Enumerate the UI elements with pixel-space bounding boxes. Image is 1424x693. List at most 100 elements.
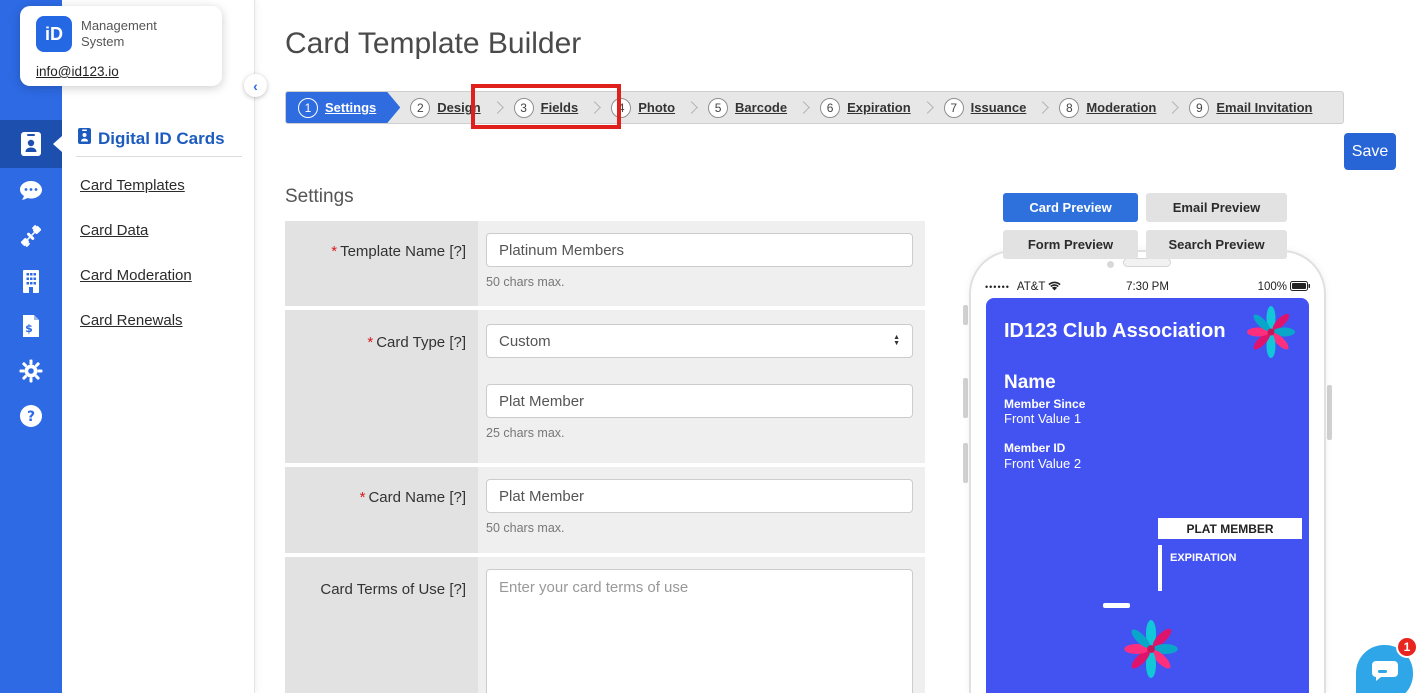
brand-card: iD Management System info@id123.io	[20, 6, 222, 86]
tab-email-preview[interactable]: Email Preview	[1146, 193, 1287, 222]
sidebar-heading-label: Digital ID Cards	[98, 129, 225, 149]
rail-item-help[interactable]: ?	[0, 393, 62, 438]
sidebar-heading-digital-id-cards: Digital ID Cards	[78, 128, 225, 149]
module-sidebar: Digital ID Cards Card Templates Card Dat…	[62, 0, 255, 693]
phone-power-button	[1327, 385, 1332, 440]
sidebar-item-card-templates[interactable]: Card Templates	[80, 177, 185, 194]
chat-bubble-icon	[1372, 661, 1398, 686]
tab-form-preview[interactable]: Form Preview	[1003, 230, 1138, 259]
expiration-bar	[1158, 545, 1162, 591]
svg-text:?: ?	[27, 409, 35, 425]
sidebar-item-card-renewals[interactable]: Card Renewals	[80, 312, 183, 329]
signal-dots: ••••••	[985, 282, 1010, 292]
card-name-helper: 50 chars max.	[486, 521, 913, 535]
card-member-since-label: Member Since	[1004, 397, 1085, 411]
card-terms-textarea[interactable]	[486, 569, 913, 693]
help-hint[interactable]: [?]	[449, 489, 466, 506]
section-heading-settings: Settings	[285, 186, 354, 208]
rail-item-settings[interactable]	[0, 348, 62, 393]
settings-form: *Template Name [?] 50 chars max. *Card T…	[285, 221, 925, 693]
step-issuance[interactable]: 7 Issuance	[934, 92, 1037, 123]
wifi-icon	[1048, 281, 1061, 294]
sidebar-divider	[76, 156, 242, 157]
card-expiration-label: EXPIRATION	[1170, 552, 1236, 564]
step-separator	[797, 101, 810, 114]
rail-item-messages[interactable]	[0, 168, 62, 213]
tab-search-preview[interactable]: Search Preview	[1146, 230, 1287, 259]
phone-mute-switch	[963, 305, 968, 325]
select-arrows-icon: ▲▼	[893, 335, 900, 347]
step-fields[interactable]: 3 Fields	[504, 92, 589, 123]
builder-stepper: 1 Settings 2 Design 3 Fields 4 Photo 5 B…	[285, 91, 1344, 124]
card-footer-flower-icon	[1122, 620, 1180, 683]
account-email-link[interactable]: info@id123.io	[36, 64, 119, 79]
card-member-id-label: Member ID	[1004, 441, 1065, 455]
tab-card-preview[interactable]: Card Preview	[1003, 193, 1138, 222]
form-row-card-name: *Card Name [?] 50 chars max.	[285, 467, 925, 553]
help-hint[interactable]: [?]	[449, 243, 466, 260]
card-template-builder-app: $ ? Digital ID Cards Card Templates Card…	[0, 0, 1424, 693]
id-card-preview: ID123 Club Association Name Member Since…	[986, 298, 1309, 693]
brand-name: Management System	[81, 18, 157, 50]
brand-logo: iD	[36, 16, 72, 52]
card-terms-label: Card Terms of Use [?]	[285, 557, 478, 693]
chat-icon	[19, 180, 43, 202]
card-name-badge: PLAT MEMBER	[1158, 518, 1302, 539]
card-type-select[interactable]: Custom ▲▼	[486, 324, 913, 358]
integrations-icon	[18, 223, 44, 249]
sidebar-item-card-moderation[interactable]: Card Moderation	[80, 267, 192, 284]
template-name-input[interactable]	[486, 233, 913, 267]
id-card-icon	[20, 131, 42, 157]
card-front-value-2: Front Value 2	[1004, 456, 1081, 471]
icon-rail: $ ?	[0, 0, 62, 693]
phone-speaker	[1123, 258, 1171, 267]
carrier-label: AT&T	[1017, 281, 1046, 293]
rail-item-integrations[interactable]	[0, 213, 62, 258]
card-name-label: *Card Name [?]	[285, 467, 478, 553]
step-separator	[588, 101, 601, 114]
phone-status-bar: 7:30 PM •••••• AT&T 100%	[985, 279, 1310, 295]
card-front-value-1: Front Value 1	[1004, 411, 1081, 426]
phone-mockup: 7:30 PM •••••• AT&T 100% ID123 Club Asso…	[969, 250, 1326, 693]
help-hint[interactable]: [?]	[449, 581, 466, 598]
page-title: Card Template Builder	[285, 27, 581, 61]
card-type-helper: 25 chars max.	[486, 426, 913, 440]
sidebar-item-card-data[interactable]: Card Data	[80, 222, 148, 239]
card-name-input[interactable]	[486, 479, 913, 513]
template-name-label: *Template Name [?]	[285, 221, 478, 306]
org-logo-flower-icon	[1245, 306, 1297, 363]
step-design[interactable]: 2 Design	[400, 92, 490, 123]
battery-icon	[1290, 281, 1310, 294]
rail-item-billing[interactable]: $	[0, 303, 62, 348]
step-expiration[interactable]: 6 Expiration	[810, 92, 921, 123]
step-separator	[1167, 101, 1180, 114]
card-type-custom-input[interactable]	[486, 384, 913, 418]
card-placeholder-dash	[1103, 603, 1130, 608]
step-photo[interactable]: 4 Photo	[601, 92, 685, 123]
step-separator	[1036, 101, 1049, 114]
sidebar-collapse-button[interactable]: ‹	[244, 74, 267, 97]
help-icon: ?	[19, 404, 43, 428]
step-email-invitation[interactable]: 9 Email Invitation	[1179, 92, 1322, 123]
card-type-label: *Card Type [?]	[285, 310, 478, 463]
step-settings[interactable]: 1 Settings	[286, 92, 400, 123]
form-row-card-type: *Card Type [?] Custom ▲▼ 25 chars max.	[285, 310, 925, 463]
settings-icon	[19, 359, 43, 383]
step-separator	[685, 101, 698, 114]
step-separator	[491, 101, 504, 114]
form-row-card-terms: Card Terms of Use [?]	[285, 557, 925, 693]
step-moderation[interactable]: 8 Moderation	[1049, 92, 1166, 123]
phone-camera-dot	[1107, 261, 1114, 268]
svg-text:$: $	[25, 322, 33, 335]
rail-item-id-cards[interactable]	[0, 120, 62, 168]
rail-item-organization[interactable]	[0, 258, 62, 303]
form-row-template-name: *Template Name [?] 50 chars max.	[285, 221, 925, 306]
phone-volume-down-button	[963, 443, 968, 483]
template-name-helper: 50 chars max.	[486, 275, 913, 289]
save-button[interactable]: Save	[1344, 133, 1396, 170]
help-hint[interactable]: [?]	[449, 334, 466, 351]
step-barcode[interactable]: 5 Barcode	[698, 92, 797, 123]
phone-volume-up-button	[963, 378, 968, 418]
step-separator	[921, 101, 934, 114]
id-card-small-icon	[78, 128, 91, 149]
